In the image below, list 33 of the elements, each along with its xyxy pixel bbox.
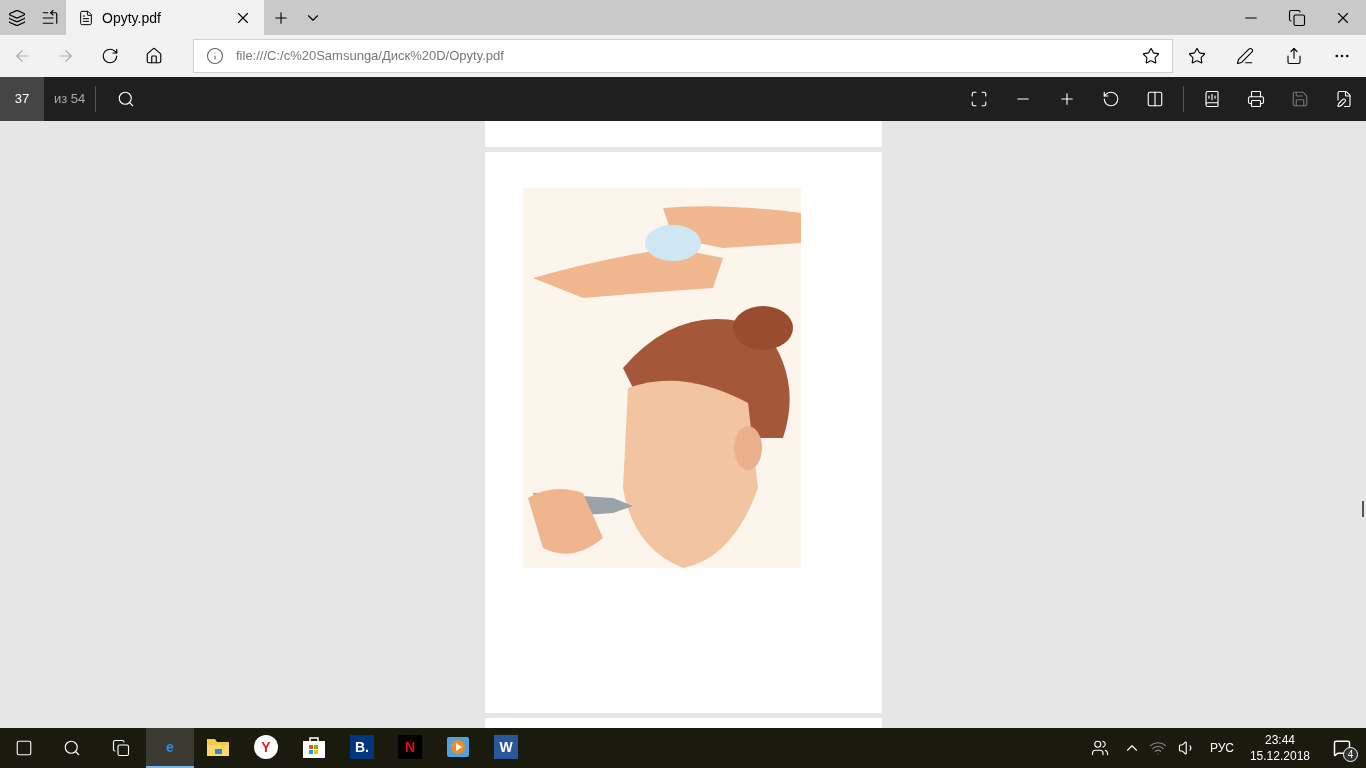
notification-count: 4 <box>1343 747 1358 762</box>
pen-icon[interactable] <box>1236 47 1255 65</box>
notifications-icon <box>1333 739 1351 757</box>
url-text: file:///C:/c%20Samsunga/Диск%20D/Opyty.pdf <box>236 47 505 66</box>
language-indicator[interactable]: РУС <box>1201 728 1242 768</box>
info-icon <box>206 47 224 65</box>
scrollbar-thumb[interactable] <box>1362 501 1364 517</box>
share-icon[interactable] <box>1284 47 1303 65</box>
yandex-logo: Y <box>254 735 278 759</box>
taskbar-app[interactable]: W <box>482 728 530 768</box>
player-icon <box>446 736 470 758</box>
taskbar-app[interactable]: N <box>386 728 434 768</box>
favorite-star-icon[interactable] <box>1142 47 1160 65</box>
tab-title: Opyty.pdf <box>102 8 162 28</box>
browser-tab[interactable]: Opyty.pdf <box>66 0 264 35</box>
store-bag-icon <box>302 736 326 758</box>
date-text: 15.12.2018 <box>1249 748 1310 764</box>
clock[interactable]: 23:44 15.12.2018 <box>1241 728 1318 768</box>
word-logo: W <box>494 735 518 759</box>
action-center-button[interactable]: 4 <box>1318 728 1366 768</box>
time-text: 23:44 <box>1264 732 1295 748</box>
pdf-icon <box>78 9 94 26</box>
edge-logo: e <box>165 738 175 757</box>
folder-icon <box>206 737 230 757</box>
taskbar-app[interactable]: Y <box>242 728 290 768</box>
page-number-field[interactable]: 37 <box>0 77 44 121</box>
taskbar-app[interactable]: B. <box>338 728 386 768</box>
taskbar-app[interactable]: e <box>146 728 194 768</box>
favorites-icon[interactable] <box>1188 47 1207 65</box>
address-field[interactable]: file:///C:/c%20Samsunga/Диск%20D/Opyty.pdf <box>193 39 1173 73</box>
booking-logo: B. <box>350 735 374 759</box>
page-count: из 54 <box>53 90 87 109</box>
netflix-logo: N <box>398 735 422 759</box>
